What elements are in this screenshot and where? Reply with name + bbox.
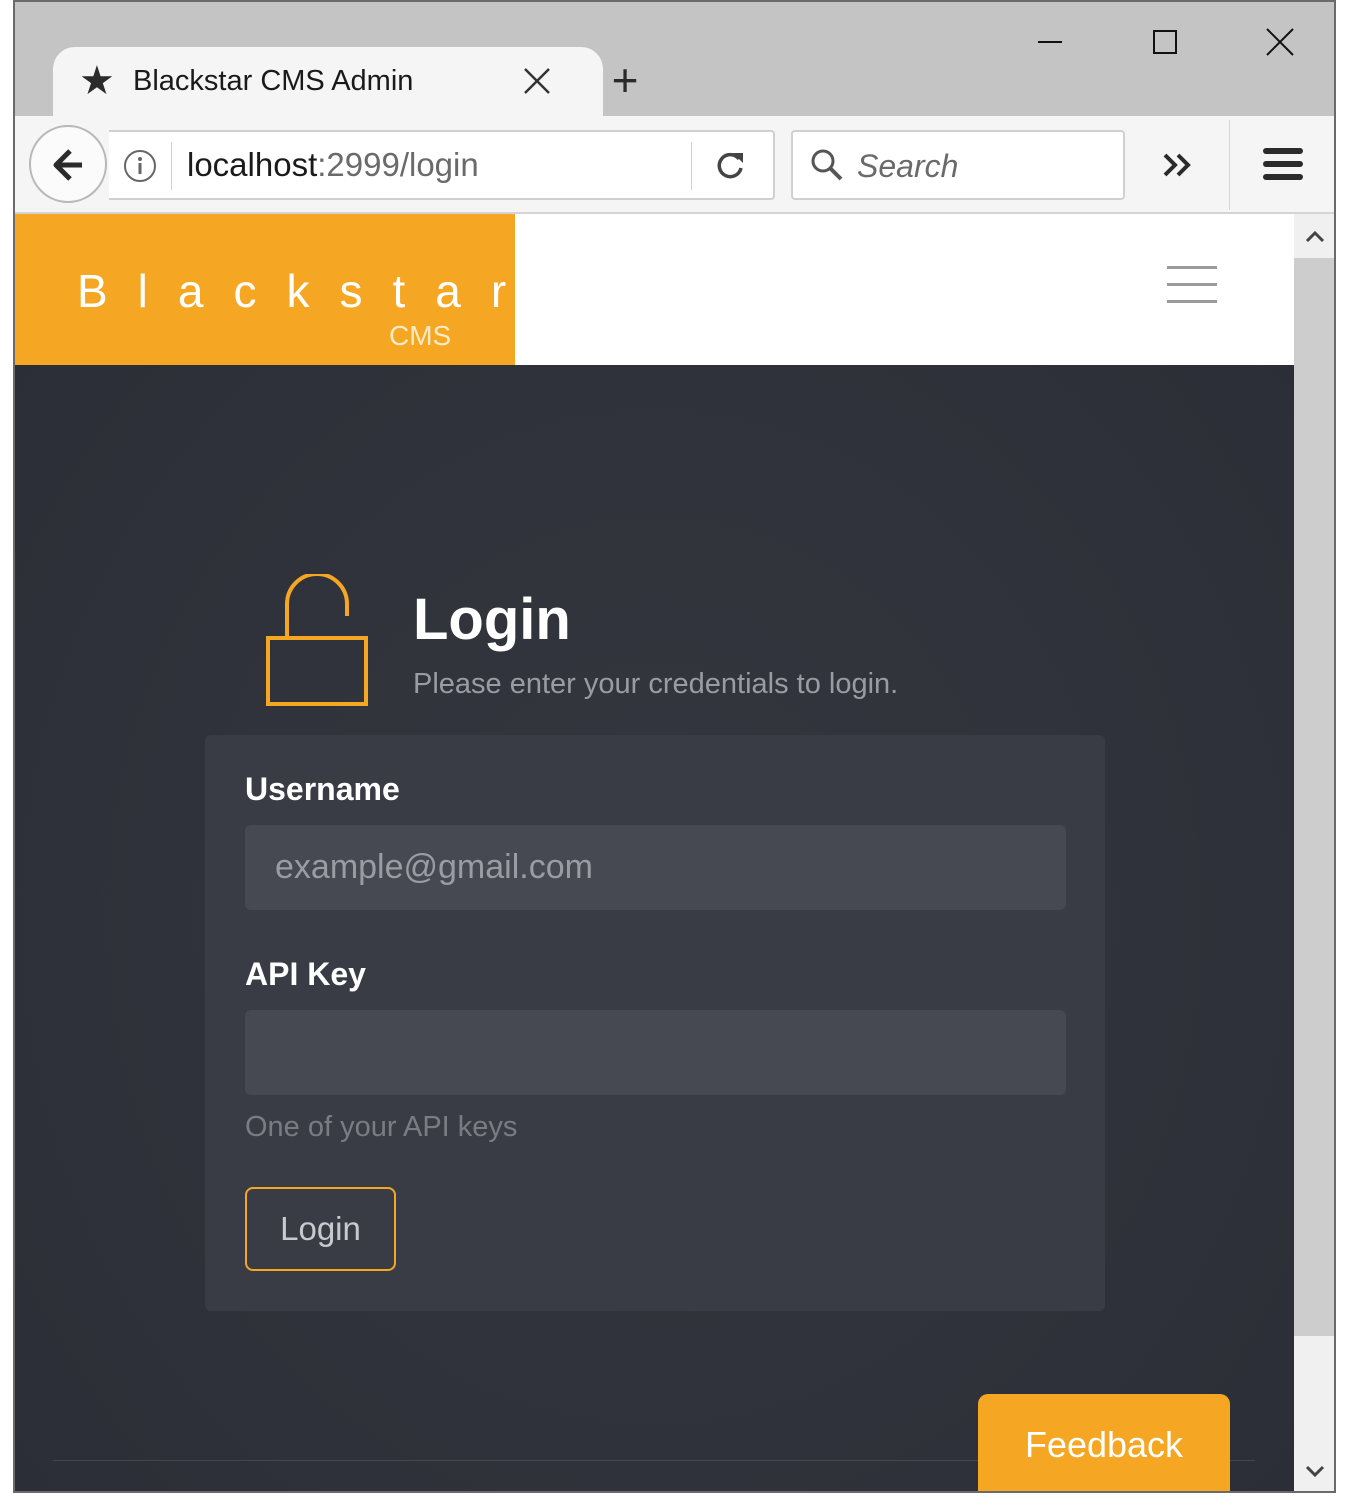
minimize-icon[interactable]	[1030, 24, 1070, 64]
username-label: Username	[245, 771, 400, 807]
feedback-button[interactable]: Feedback	[978, 1394, 1230, 1491]
navigation-bar: localhost:2999/login	[15, 116, 1334, 214]
scroll-up-icon[interactable]	[1294, 214, 1336, 258]
search-bar[interactable]	[791, 130, 1125, 200]
apikey-label: API Key	[245, 956, 366, 992]
url-path: :2999/login	[317, 146, 479, 183]
title-bar: ★ Blackstar CMS Admin +	[15, 2, 1334, 119]
close-window-icon[interactable]	[1260, 24, 1300, 64]
page-title: Login	[413, 587, 571, 652]
scrollbar-thumb[interactable]	[1294, 258, 1334, 1336]
url-separator	[171, 142, 172, 190]
site-header: Blackstar CMS	[15, 214, 1294, 365]
star-icon: ★	[79, 58, 115, 104]
url-host: localhost	[187, 146, 318, 183]
url-bar[interactable]: localhost:2999/login	[109, 130, 775, 200]
search-input[interactable]	[857, 144, 1107, 188]
info-icon[interactable]	[123, 149, 157, 183]
apikey-hint: One of your API keys	[245, 1111, 518, 1143]
login-button[interactable]: Login	[245, 1187, 396, 1271]
scroll-down-icon[interactable]	[1294, 1449, 1336, 1493]
page-viewport: Blackstar CMS Login Please enter your cr…	[15, 214, 1294, 1491]
brand-logo[interactable]: Blackstar CMS	[15, 214, 515, 365]
browser-menu-icon[interactable]	[1263, 146, 1303, 182]
hamburger-menu-icon[interactable]	[1167, 266, 1217, 306]
brand-name: Blackstar	[77, 265, 537, 317]
hamburger-line	[1167, 266, 1217, 269]
tab-title: Blackstar CMS Admin	[133, 65, 414, 97]
back-button[interactable]	[29, 125, 107, 203]
search-icon	[811, 149, 843, 181]
reload-icon[interactable]	[713, 149, 747, 183]
vertical-scrollbar[interactable]	[1294, 214, 1336, 1493]
unlocked-padlock-icon	[266, 574, 368, 706]
login-form: Username API Key One of your API keys Lo…	[205, 735, 1105, 1311]
chevrons-right-icon[interactable]	[1161, 150, 1195, 180]
browser-tab[interactable]: ★ Blackstar CMS Admin	[53, 47, 603, 119]
browser-window: ★ Blackstar CMS Admin + localhost:2999/l…	[13, 0, 1336, 1493]
page-subtitle: Please enter your credentials to login.	[413, 668, 899, 700]
close-tab-icon[interactable]	[521, 65, 553, 97]
maximize-icon[interactable]	[1145, 24, 1185, 64]
brand-sub: CMS	[389, 320, 452, 351]
hamburger-line	[1167, 300, 1217, 303]
back-arrow-icon	[53, 149, 82, 181]
reload-separator	[691, 142, 692, 190]
nav-separator	[1229, 120, 1230, 210]
username-field[interactable]	[245, 825, 1066, 910]
apikey-field[interactable]	[245, 1010, 1066, 1095]
url-text[interactable]: localhost:2999/login	[187, 146, 479, 184]
hamburger-line	[1167, 283, 1217, 286]
new-tab-button[interactable]: +	[605, 57, 645, 103]
